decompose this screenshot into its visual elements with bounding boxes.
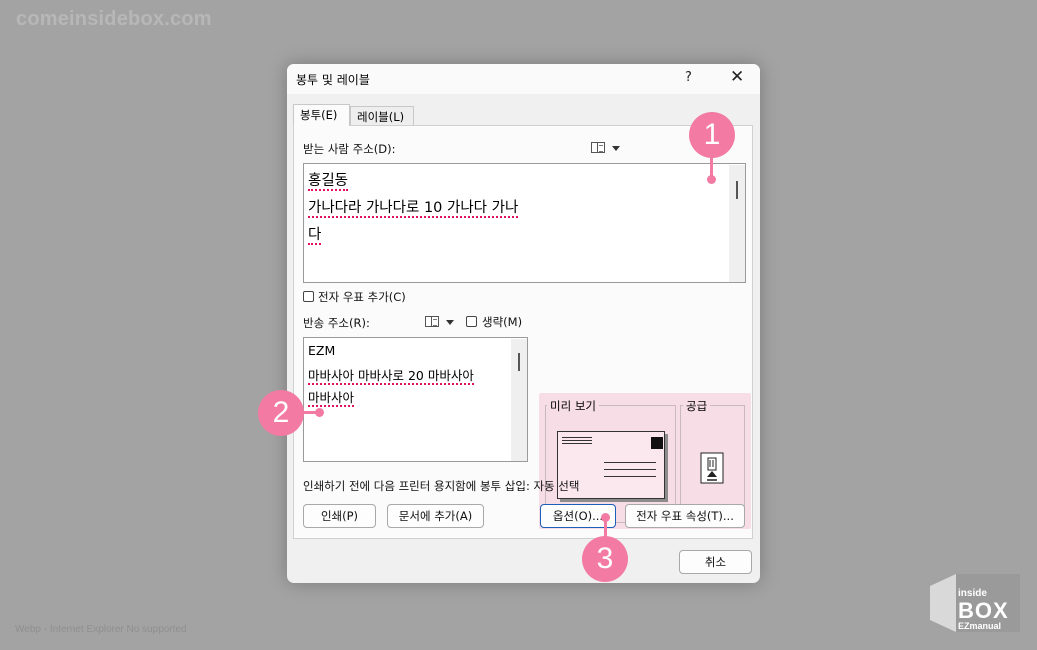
marker-2-dot bbox=[315, 408, 324, 417]
print-button[interactable]: 인쇄(P) bbox=[303, 504, 376, 528]
epostage-label: 전자 우표 추가(C) bbox=[318, 290, 406, 304]
return-scrollbar[interactable] bbox=[511, 339, 527, 461]
help-button[interactable]: ? bbox=[685, 70, 692, 85]
printer-feed-status: 인쇄하기 전에 다음 프린터 용지함에 봉투 삽입: 자동 선택 bbox=[303, 479, 580, 493]
logo-sub-text: EZmanual bbox=[958, 621, 1002, 631]
feed-title: 공급 bbox=[683, 398, 711, 414]
site-watermark: comeinsidebox.com bbox=[16, 8, 212, 30]
scrollbar-thumb[interactable] bbox=[518, 353, 520, 371]
preview-title: 미리 보기 bbox=[547, 398, 599, 414]
epostage-properties-button[interactable]: 전자 우표 속성(T)... bbox=[625, 504, 745, 528]
omit-checkbox[interactable] bbox=[466, 316, 477, 327]
marker-1: 1 bbox=[689, 112, 735, 158]
tab-envelopes[interactable]: 봉투(E) bbox=[293, 104, 350, 126]
printer-feed-icon bbox=[700, 452, 724, 484]
marker-1-dot bbox=[707, 175, 716, 184]
return-address-label: 반송 주소(R): bbox=[303, 316, 370, 330]
title-bar: 봉투 및 레이블 ? ✕ bbox=[287, 64, 760, 94]
add-to-document-button[interactable]: 문서에 추가(A) bbox=[387, 504, 484, 528]
return-address-input[interactable]: EZM 마바사아 마바사로 20 마바사아 마바사아 bbox=[303, 337, 528, 462]
envelopes-panel: 받는 사람 주소(D): 홍길동 가나다라 가나다로 10 가나다 가나 다 전… bbox=[293, 125, 753, 539]
chevron-down-icon[interactable] bbox=[446, 320, 454, 325]
close-button[interactable]: ✕ bbox=[730, 67, 744, 87]
return-address-book-icon[interactable] bbox=[425, 316, 439, 327]
recipient-label: 받는 사람 주소(D): bbox=[303, 142, 396, 156]
epostage-checkbox[interactable] bbox=[303, 291, 314, 302]
recipient-line-1: 홍길동 bbox=[308, 173, 349, 191]
marker-3: 3 bbox=[582, 536, 628, 582]
return-line-2: 마바사아 마바사로 20 마바사아 bbox=[308, 368, 474, 385]
recipient-address-input[interactable]: 홍길동 가나다라 가나다로 10 가나다 가나 다 bbox=[303, 163, 746, 283]
return-line-1: EZM bbox=[308, 343, 336, 358]
return-line-3: 마바사아 bbox=[308, 390, 355, 407]
delivery-lines bbox=[604, 462, 656, 463]
scrollbar-thumb[interactable] bbox=[736, 181, 738, 199]
address-book-icon[interactable] bbox=[591, 142, 605, 153]
omit-label: 생략(M) bbox=[482, 315, 523, 329]
marker-2: 2 bbox=[258, 390, 304, 436]
dialog-title: 봉투 및 레이블 bbox=[296, 73, 370, 87]
chevron-down-icon[interactable] bbox=[612, 146, 620, 151]
recipient-line-3: 다 bbox=[308, 227, 322, 245]
stamp-icon bbox=[651, 437, 663, 449]
browser-note: Webp - Internet Explorer No supported bbox=[15, 624, 187, 635]
return-lines bbox=[562, 437, 592, 438]
tab-labels[interactable]: 레이블(L) bbox=[350, 106, 414, 126]
cancel-button[interactable]: 취소 bbox=[679, 550, 752, 574]
recipient-scrollbar[interactable] bbox=[729, 165, 745, 282]
marker-3-dot bbox=[601, 513, 610, 522]
recipient-line-2: 가나다라 가나다로 10 가나다 가나 bbox=[308, 200, 519, 218]
